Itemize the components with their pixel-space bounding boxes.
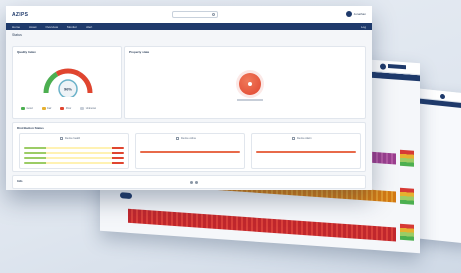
app-header: AZIPS Jonathan: [6, 6, 372, 23]
legend-label: Unknown: [85, 107, 97, 110]
status-legend-bar: [400, 187, 414, 205]
card-title: Info: [17, 179, 23, 183]
legend-item: Good: [21, 107, 33, 110]
status-legend-bar: [400, 223, 414, 241]
info-card: Info: [12, 175, 366, 189]
nav-item-asset[interactable]: Asset: [29, 25, 37, 29]
quality-index-card: Quality Index 96% Good Fair Poor Unknown: [12, 46, 122, 119]
pager-dot[interactable]: [190, 181, 193, 184]
health-bar: [24, 162, 124, 164]
gauge-legend: Good Fair Poor Unknown: [21, 107, 96, 110]
timeline-band-red: [128, 208, 396, 242]
legend-swatch: [41, 107, 46, 110]
timeline-chip[interactable]: [120, 192, 132, 200]
alarm-bar: [256, 151, 356, 153]
mid-avatar-icon: [380, 63, 386, 70]
legend-item: Poor: [60, 107, 71, 110]
nav-item-monitor[interactable]: Monitor: [67, 25, 77, 29]
device-health-panel: Device health: [19, 133, 129, 169]
pager[interactable]: [190, 181, 198, 184]
panel-header[interactable]: Device Alarm: [292, 137, 312, 140]
status-caption: [237, 99, 263, 101]
legend-swatch: [21, 107, 25, 110]
card-title: Quality Index: [17, 50, 36, 54]
device-alarm-panel: Device Alarm: [251, 133, 361, 169]
nav-item-alert[interactable]: Alert: [86, 25, 92, 29]
brand-logo[interactable]: AZIPS: [12, 12, 28, 18]
far-logo-icon: [440, 93, 445, 100]
nav-item-home[interactable]: Home: [12, 25, 20, 29]
panel-title: Device health: [65, 137, 81, 140]
property-state-card: Property state: [124, 46, 366, 119]
health-bar: [24, 152, 124, 154]
gauge-segment-good: [43, 71, 59, 94]
panel-title: Device Alarm: [297, 137, 312, 140]
mid-user-label: [388, 63, 406, 70]
legend-item: Fair: [41, 107, 52, 110]
breadcrumb: Status: [12, 33, 22, 37]
checkbox-icon[interactable]: [60, 137, 63, 140]
checkbox-icon[interactable]: [176, 137, 179, 140]
gauge-value: 96%: [64, 87, 72, 92]
gauge-segment-poor: [55, 68, 81, 77]
legend-label: Good: [26, 107, 33, 110]
avatar[interactable]: [345, 11, 352, 17]
online-bar: [140, 151, 240, 153]
legend-item: Unknown: [80, 107, 96, 110]
nav-item-log[interactable]: Log: [361, 25, 366, 29]
status-indicator-center: [248, 82, 252, 86]
user-name[interactable]: Jonathan: [354, 12, 366, 16]
health-bar: [24, 147, 124, 149]
device-online-panel: Device online: [135, 133, 245, 169]
gauge-segment-poor: [77, 71, 93, 94]
panel-header[interactable]: Device health: [60, 137, 80, 140]
card-title: Distribution Status: [17, 126, 44, 130]
nav-item-overview[interactable]: Overview: [46, 25, 59, 29]
panel-header[interactable]: Device online: [176, 137, 196, 140]
status-indicator[interactable]: [239, 73, 261, 95]
search-icon[interactable]: [212, 13, 215, 16]
user-menu[interactable]: Jonathan: [345, 11, 366, 17]
quality-gauge: 96%: [43, 68, 93, 97]
health-bar: [24, 157, 124, 159]
legend-label: Fair: [47, 107, 52, 110]
checkbox-icon[interactable]: [292, 137, 295, 140]
legend-swatch: [60, 107, 65, 110]
legend-label: Poor: [65, 107, 72, 110]
distribution-card: Distribution Status Device health Device…: [12, 122, 366, 172]
dashboard-window: AZIPS Jonathan Home Asset Overview Monit…: [6, 6, 372, 190]
pager-dot[interactable]: [195, 181, 198, 184]
search-input[interactable]: [172, 11, 218, 18]
card-title: Property state: [129, 50, 150, 54]
main-nav: Home Asset Overview Monitor Alert Log: [6, 23, 372, 30]
panel-title: Device online: [181, 137, 197, 140]
status-legend-bar: [400, 149, 414, 167]
legend-swatch: [80, 107, 85, 110]
